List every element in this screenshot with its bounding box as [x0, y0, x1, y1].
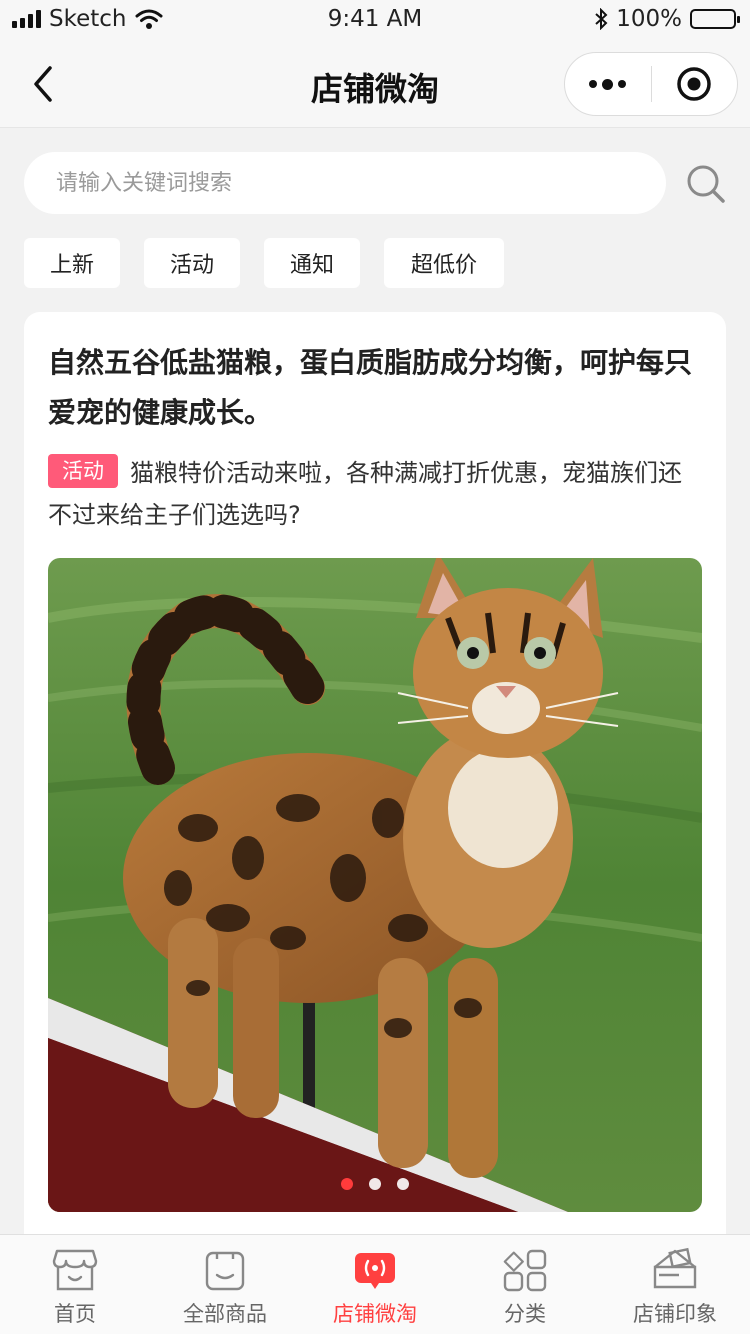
search-icon[interactable] [686, 164, 726, 204]
battery-percent: 100% [616, 6, 682, 32]
mini-program-capsule [564, 52, 738, 116]
tag-activity[interactable]: 活动 [144, 238, 240, 288]
post-card[interactable]: 自然五谷低盐猫粮，蛋白质脂肪成分均衡，呵护每只爱宠的健康成长。 活动 猫粮特价活动… [24, 312, 726, 1272]
post-description-text: 猫粮特价活动来啦，各种满减打折优惠，宠猫族们还不过来给主子们选选吗? [48, 459, 682, 529]
shopping-bag-icon [205, 1251, 245, 1291]
battery-icon [690, 9, 740, 29]
category-grid-icon [503, 1249, 547, 1292]
tab-category-label: 分类 [504, 1302, 546, 1326]
search-row [24, 152, 726, 214]
carousel-dot[interactable] [341, 1178, 353, 1190]
tab-shop-impression-label: 店铺印象 [633, 1302, 717, 1326]
tag-low-price[interactable]: 超低价 [384, 238, 504, 288]
post-image-carousel[interactable] [48, 558, 702, 1212]
search-input[interactable] [24, 152, 666, 214]
shop-impression-icon [653, 1247, 697, 1289]
close-target-icon[interactable] [652, 53, 738, 115]
carousel-dot[interactable] [397, 1178, 409, 1190]
broadcast-icon [355, 1253, 395, 1289]
tab-home[interactable]: 首页 [0, 1235, 150, 1334]
status-bar: Sketch 9:41 AM 100% [0, 0, 750, 40]
carousel-dot[interactable] [369, 1178, 381, 1190]
bengal-cat-photo [48, 558, 702, 1212]
tab-shop-feed[interactable]: 店铺微淘 [300, 1235, 450, 1334]
tab-category[interactable]: 分类 [450, 1235, 600, 1334]
nav-bar: 店铺微淘 [0, 40, 750, 128]
more-dots-icon[interactable] [565, 53, 651, 115]
activity-badge: 活动 [48, 454, 118, 488]
filter-tags: 上新 活动 通知 超低价 [24, 238, 504, 288]
tab-shop-impression[interactable]: 店铺印象 [600, 1235, 750, 1334]
tab-all-products-label: 全部商品 [183, 1302, 267, 1326]
tag-notice[interactable]: 通知 [264, 238, 360, 288]
storefront-icon [52, 1249, 98, 1291]
tab-bar: 首页 全部商品 店铺微淘 分类 店铺印象 [0, 1234, 750, 1334]
status-right: 100% [594, 6, 740, 32]
tab-all-products[interactable]: 全部商品 [150, 1235, 300, 1334]
post-headline: 自然五谷低盐猫粮，蛋白质脂肪成分均衡，呵护每只爱宠的健康成长。 [48, 346, 693, 429]
tab-shop-feed-label: 店铺微淘 [333, 1302, 417, 1326]
tag-new-arrivals[interactable]: 上新 [24, 238, 120, 288]
post-description: 活动 猫粮特价活动来啦，各种满减打折优惠，宠猫族们还不过来给主子们选选吗? [48, 452, 702, 536]
carousel-indicator [48, 1178, 702, 1190]
bluetooth-icon [595, 8, 608, 30]
back-arrow-icon[interactable] [28, 64, 60, 104]
tab-home-label: 首页 [54, 1302, 96, 1326]
